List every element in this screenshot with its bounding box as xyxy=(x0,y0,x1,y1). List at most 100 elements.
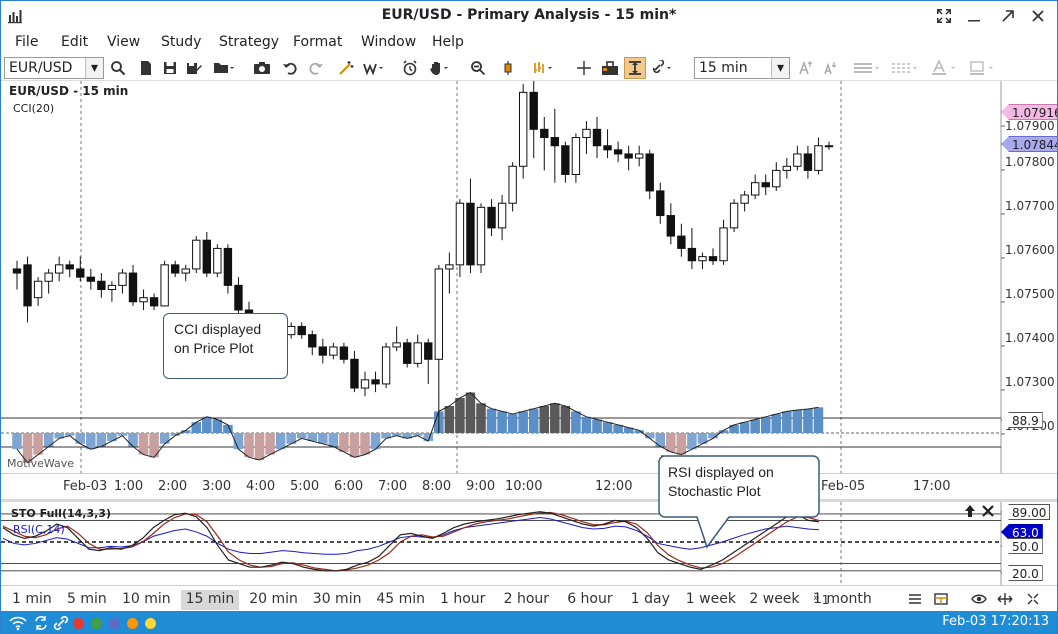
fullscreen-button[interactable] xyxy=(933,5,955,27)
timeframe-2-hour[interactable]: 2 hour xyxy=(499,590,554,610)
lock-button[interactable] xyxy=(599,57,621,79)
move-up-button[interactable] xyxy=(963,504,979,520)
zoom-out-icon xyxy=(471,61,486,76)
timeframe-20-min[interactable]: 20 min xyxy=(244,590,303,610)
chart-title: EUR/USD - 15 min xyxy=(9,84,129,98)
candle-body xyxy=(160,264,169,307)
candle-body xyxy=(192,239,201,270)
cci-bar xyxy=(571,411,581,433)
zoom-out-button[interactable] xyxy=(467,57,489,79)
menu-format[interactable]: Format xyxy=(293,34,342,50)
price-chart[interactable] xyxy=(1,80,1057,473)
save-as-button[interactable] xyxy=(183,57,205,79)
bar-style-button[interactable] xyxy=(497,57,519,79)
last-price-tag: 1.07844 xyxy=(1001,136,1057,152)
fill-color-button[interactable] xyxy=(969,57,999,79)
cci-bar xyxy=(318,433,328,444)
blue-link-dot[interactable] xyxy=(109,618,120,629)
timeframe-6-hour[interactable]: 6 hour xyxy=(562,590,617,610)
menu-window[interactable]: Window xyxy=(361,34,416,50)
close-button[interactable] xyxy=(1027,5,1049,27)
orange-link-dot[interactable] xyxy=(127,618,138,629)
timeframe-10-min[interactable]: 10 min xyxy=(117,590,176,610)
pan-button[interactable] xyxy=(429,57,451,79)
symbol-combo[interactable]: EUR/USD ▾ xyxy=(4,57,104,79)
redo-button[interactable] xyxy=(305,57,327,79)
save-button[interactable] xyxy=(159,57,181,79)
timeframe-1-hour[interactable]: 1 hour xyxy=(435,590,490,610)
crosshair-button[interactable] xyxy=(573,57,595,79)
menu-study[interactable]: Study xyxy=(161,34,201,50)
timeframe-1-min[interactable]: 1 min xyxy=(7,590,57,610)
alarm-button[interactable] xyxy=(399,57,421,79)
layout-icon[interactable] xyxy=(933,591,949,607)
x-tick: 4:00 xyxy=(246,479,276,494)
timeframe-30-min[interactable]: 30 min xyxy=(308,590,367,610)
open-button[interactable] xyxy=(213,57,235,79)
cci-bar xyxy=(339,433,349,452)
candle-body xyxy=(107,284,117,290)
menu-strategy[interactable]: Strategy xyxy=(219,34,279,50)
candle-body xyxy=(234,284,243,311)
line-style-icon xyxy=(892,63,917,73)
cci-bar xyxy=(138,433,149,455)
undo-button[interactable] xyxy=(279,57,301,79)
timeframe-1-week[interactable]: 1 week xyxy=(681,590,741,610)
eye-icon[interactable] xyxy=(971,591,987,607)
font-decrease-button[interactable] xyxy=(819,57,841,79)
wave-tool-button[interactable] xyxy=(363,57,385,79)
timeframe-2-week[interactable]: 2 week xyxy=(744,590,804,610)
fit-icon[interactable] xyxy=(1025,591,1041,607)
time-axis[interactable]: Feb-03 1:00 2:00 3:00 4:00 5:00 6:00 7:0… xyxy=(1,473,1057,497)
snap-button[interactable] xyxy=(624,57,646,79)
yellow-link-dot[interactable] xyxy=(145,618,156,629)
wifi-icon[interactable] xyxy=(9,615,27,631)
text-color-button[interactable] xyxy=(931,57,961,79)
green-link-dot[interactable] xyxy=(91,618,102,629)
menu-view[interactable]: View xyxy=(107,34,140,50)
menu-edit[interactable]: Edit xyxy=(61,34,88,50)
stochastic-chart[interactable] xyxy=(1,502,1057,585)
close-pane-button[interactable] xyxy=(981,504,997,520)
timeframe-1-day[interactable]: 1 day xyxy=(626,590,675,610)
search-button[interactable] xyxy=(107,57,129,79)
cci-bar xyxy=(86,433,96,450)
snapshot-button[interactable] xyxy=(251,57,273,79)
bar-type-button[interactable] xyxy=(533,57,555,79)
auto-draw-button[interactable] xyxy=(335,57,357,79)
list-icon[interactable] xyxy=(907,591,923,607)
link-button[interactable] xyxy=(651,57,673,79)
timeframe-overflow[interactable]: » 1 xyxy=(813,590,829,607)
line-style-button[interactable] xyxy=(891,57,921,79)
candle-body xyxy=(476,206,486,266)
chevron-down-icon[interactable]: ▾ xyxy=(771,58,789,78)
timeframe-combo[interactable]: 15 min ▾ xyxy=(694,57,790,79)
expand-horizontal-icon[interactable] xyxy=(997,591,1013,607)
minimize-button[interactable] xyxy=(963,5,985,27)
cci-bar xyxy=(539,406,550,433)
candle-body xyxy=(12,268,22,274)
candle-body xyxy=(824,145,834,148)
timeframe-45-min[interactable]: 45 min xyxy=(371,590,430,610)
link-icon[interactable] xyxy=(53,615,69,631)
menu-help[interactable]: Help xyxy=(432,34,464,50)
sync-icon[interactable] xyxy=(33,615,49,631)
chevron-down-icon[interactable]: ▾ xyxy=(85,58,103,78)
font-increase-button[interactable] xyxy=(795,57,817,79)
candle-body xyxy=(603,145,612,151)
timeframe-15-min[interactable]: 15 min xyxy=(180,590,240,610)
red-link-dot[interactable] xyxy=(73,618,84,629)
cci-line xyxy=(16,391,819,464)
restore-button[interactable] xyxy=(997,5,1019,27)
candle-body xyxy=(656,190,665,217)
y-tick: 1.07400 xyxy=(1005,331,1055,345)
restore-icon xyxy=(1002,10,1014,22)
line-weight-button[interactable] xyxy=(853,57,883,79)
timeframe-5-min[interactable]: 5 min xyxy=(62,590,112,610)
menu-file[interactable]: File xyxy=(15,34,38,50)
cci-bar xyxy=(33,433,43,455)
new-page-button[interactable] xyxy=(135,57,157,79)
price-plot[interactable]: EUR/USD - 15 min CCI(20) MotiveWave 1.07… xyxy=(1,80,1057,473)
candle-body xyxy=(86,276,96,282)
stochastic-plot[interactable]: STO Full(14,3,3) RSI(C,14) 89.00 63.0 50… xyxy=(1,499,1057,585)
